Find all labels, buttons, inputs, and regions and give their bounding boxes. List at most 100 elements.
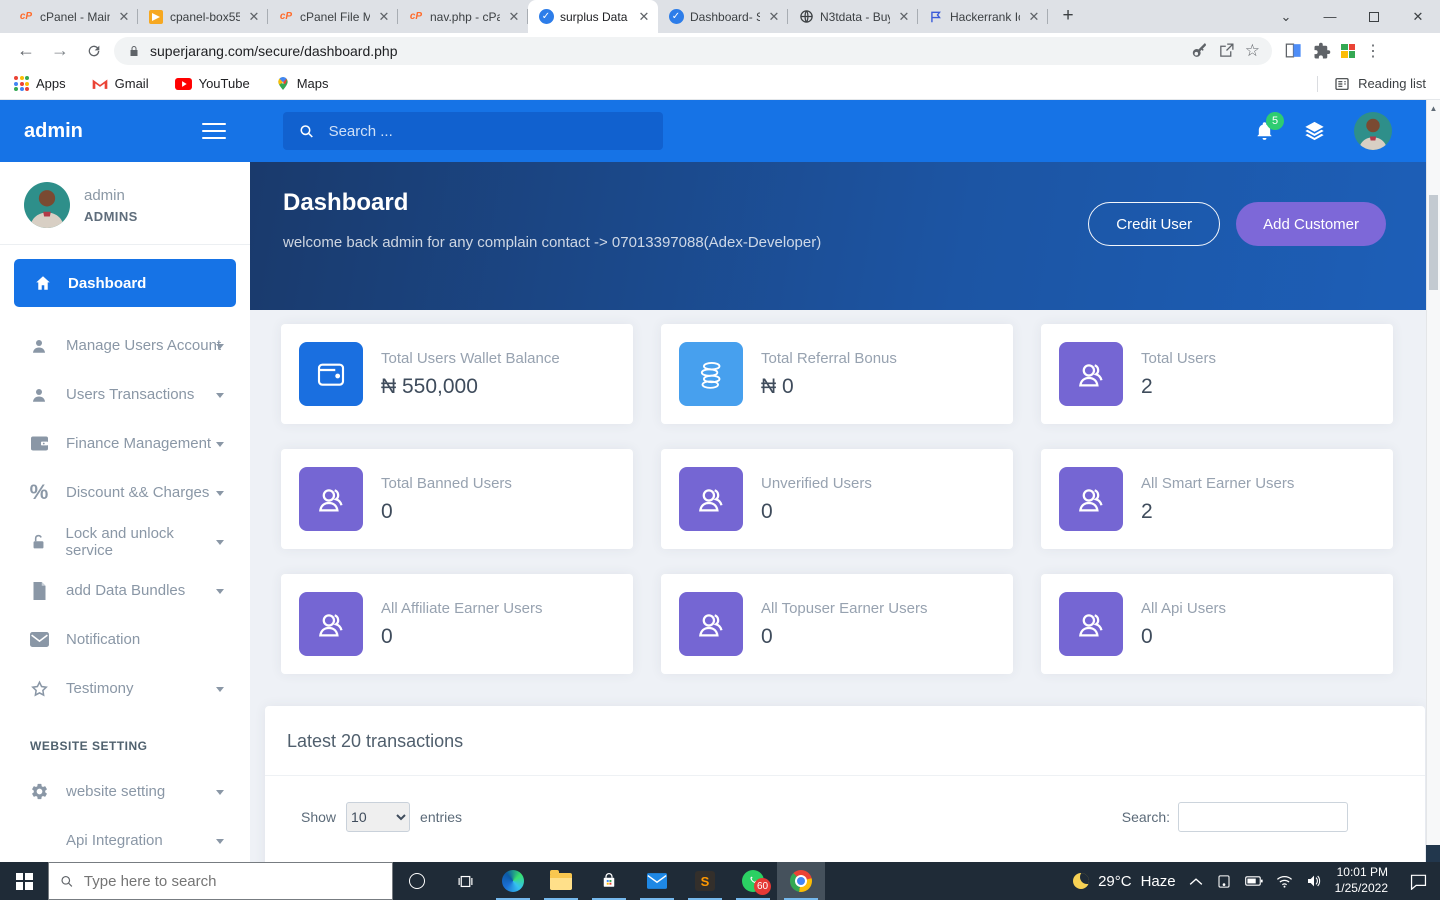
stat-card-banned-users: Total Banned Users 0 <box>281 449 633 549</box>
hamburger-menu-icon[interactable] <box>202 118 226 144</box>
tab-close-icon[interactable]: ✕ <box>116 9 132 25</box>
tab-close-icon[interactable]: ✕ <box>1026 9 1042 25</box>
notifications-button[interactable]: 5 <box>1254 120 1275 142</box>
tab-navphp[interactable]: cP nav.php - cPane ✕ <box>398 0 528 33</box>
key-icon[interactable] <box>1191 42 1208 59</box>
bookmark-apps[interactable]: Apps <box>14 76 66 91</box>
speaker-icon[interactable] <box>1306 874 1322 888</box>
bookmark-maps[interactable]: Maps <box>276 76 329 91</box>
bookmark-gmail[interactable]: Gmail <box>92 76 149 91</box>
taskbar-whatsapp[interactable]: 60 <box>729 862 777 900</box>
sidebar-item-lock-unlock-service[interactable]: Lock and unlock service <box>0 517 250 566</box>
tab-n3tdata[interactable]: N3tdata - Buy A ✕ <box>788 0 918 33</box>
tab-cpanel-main[interactable]: cP cPanel - Main ✕ <box>8 0 138 33</box>
taskbar-clock[interactable]: 10:01 PM 1/25/2022 <box>1335 865 1388 896</box>
star-icon <box>28 680 50 698</box>
taskbar-search[interactable] <box>48 862 393 900</box>
sidebar-item-label: Users Transactions <box>66 386 194 403</box>
action-center-icon[interactable] <box>1409 873 1428 890</box>
sidebar-item-testimony[interactable]: Testimony <box>0 664 250 713</box>
user-avatar[interactable] <box>1354 112 1392 150</box>
close-button[interactable]: ✕ <box>1396 0 1440 33</box>
back-icon[interactable]: ← <box>12 37 40 65</box>
chevron-down-icon <box>216 442 224 447</box>
new-tab-button[interactable]: + <box>1054 3 1082 31</box>
sidebar-item-label: Dashboard <box>68 275 146 292</box>
tab-close-icon[interactable]: ✕ <box>766 9 782 25</box>
bookmark-label: Gmail <box>115 76 149 91</box>
tab-close-icon[interactable]: ✕ <box>506 9 522 25</box>
sidebar-item-add-data-bundles[interactable]: add Data Bundles <box>0 566 250 615</box>
stat-card-wallet-balance: Total Users Wallet Balance ₦ 550,000 <box>281 324 633 424</box>
scrollbar-thumb[interactable] <box>1429 195 1438 290</box>
check-icon: ✓ <box>668 9 684 25</box>
search-input[interactable] <box>329 123 647 140</box>
taskbar-search-input[interactable] <box>84 873 381 890</box>
transactions-panel: Latest 20 transactions Show 10 entries S… <box>265 706 1425 862</box>
sidebar-item-discount-charges[interactable]: % Discount && Charges <box>0 468 250 517</box>
stat-label: All Api Users <box>1141 600 1226 617</box>
navbar-search[interactable] <box>283 112 663 150</box>
tab-close-icon[interactable]: ✕ <box>246 9 262 25</box>
side-panel-icon[interactable] <box>1284 41 1303 60</box>
phpmyadmin-icon <box>148 9 164 25</box>
extensions-puzzle-icon[interactable] <box>1313 42 1331 60</box>
sidebar-item-label: Notification <box>66 631 140 648</box>
tray-chevron-up-icon[interactable] <box>1189 877 1203 886</box>
taskbar-chrome[interactable] <box>777 862 825 900</box>
tab-close-icon[interactable]: ✕ <box>896 9 912 25</box>
sidebar-item-dashboard[interactable]: Dashboard <box>14 259 236 307</box>
start-button[interactable] <box>0 862 48 900</box>
battery-icon[interactable] <box>1245 875 1263 887</box>
sidebar-item-finance-management[interactable]: Finance Management <box>0 419 250 468</box>
bookmark-youtube[interactable]: YouTube <box>175 76 250 91</box>
wifi-icon[interactable] <box>1276 875 1293 888</box>
taskbar-mail[interactable] <box>633 862 681 900</box>
address-bar[interactable]: superjarang.com/secure/dashboard.php ☆ <box>114 37 1272 65</box>
share-icon[interactable] <box>1218 42 1235 59</box>
users-icon <box>679 467 743 531</box>
taskbar-edge[interactable] <box>489 862 537 900</box>
page-size-select[interactable]: 10 <box>346 802 410 832</box>
maximize-button[interactable] <box>1352 0 1396 33</box>
tab-cpanel-filemanager[interactable]: cP cPanel File Man ✕ <box>268 0 398 33</box>
apps-layers-button[interactable] <box>1303 120 1326 142</box>
tab-hackerrank[interactable]: Hackerrank Ico ✕ <box>918 0 1048 33</box>
forward-icon[interactable]: → <box>46 37 74 65</box>
scroll-up-arrow-icon[interactable]: ▲ <box>1427 104 1440 113</box>
extension-cheapdata-icon[interactable] <box>1341 44 1355 58</box>
tab-close-icon[interactable]: ✕ <box>376 9 392 25</box>
credit-user-button[interactable]: Credit User <box>1088 202 1220 246</box>
bookmark-label: Apps <box>36 76 66 91</box>
taskbar-sublime[interactable]: S <box>681 862 729 900</box>
tab-dashboard-su[interactable]: ✓ Dashboard- SU ✕ <box>658 0 788 33</box>
tab-cpanel-box[interactable]: cpanel-box552 ✕ <box>138 0 268 33</box>
scrollbar-bottom-block <box>1426 845 1440 862</box>
browser-menu-icon[interactable]: ⋮ <box>1365 41 1382 61</box>
bookmark-star-icon[interactable]: ☆ <box>1245 41 1260 61</box>
stat-label: All Topuser Earner Users <box>761 600 927 617</box>
sidebar-item-website-setting[interactable]: website setting <box>0 767 250 816</box>
table-search-input[interactable] <box>1178 802 1348 832</box>
tab-title: cPanel - Main <box>40 10 110 24</box>
sidebar-item-users-transactions[interactable]: Users Transactions <box>0 370 250 419</box>
sidebar-item-notification[interactable]: Notification <box>0 615 250 664</box>
sidebar-item-label: Manage Users Account <box>66 337 221 354</box>
minimize-button[interactable]: — <box>1308 0 1352 33</box>
add-customer-button[interactable]: Add Customer <box>1236 202 1386 246</box>
page-scrollbar[interactable]: ▲ <box>1426 100 1440 862</box>
taskbar-store[interactable] <box>585 862 633 900</box>
flag-icon <box>928 9 944 25</box>
tray-tablet-icon[interactable] <box>1216 874 1232 889</box>
tab-surplus-data-active[interactable]: ✓ surplus Data - C ✕ <box>528 0 658 33</box>
sidebar-item-api-integration[interactable]: Api Integration <box>0 816 250 862</box>
reading-list-button[interactable]: Reading list <box>1317 76 1426 92</box>
sidebar-item-manage-users-account[interactable]: Manage Users Account <box>0 321 250 370</box>
cortana-button[interactable] <box>393 862 441 900</box>
taskbar-file-explorer[interactable] <box>537 862 585 900</box>
reload-icon[interactable] <box>80 37 108 65</box>
tab-search-chevron-icon[interactable]: ⌄ <box>1264 0 1308 33</box>
tab-close-icon[interactable]: ✕ <box>636 9 652 25</box>
taskbar-weather[interactable]: 29°C Haze <box>1073 873 1176 890</box>
task-view-button[interactable] <box>441 862 489 900</box>
